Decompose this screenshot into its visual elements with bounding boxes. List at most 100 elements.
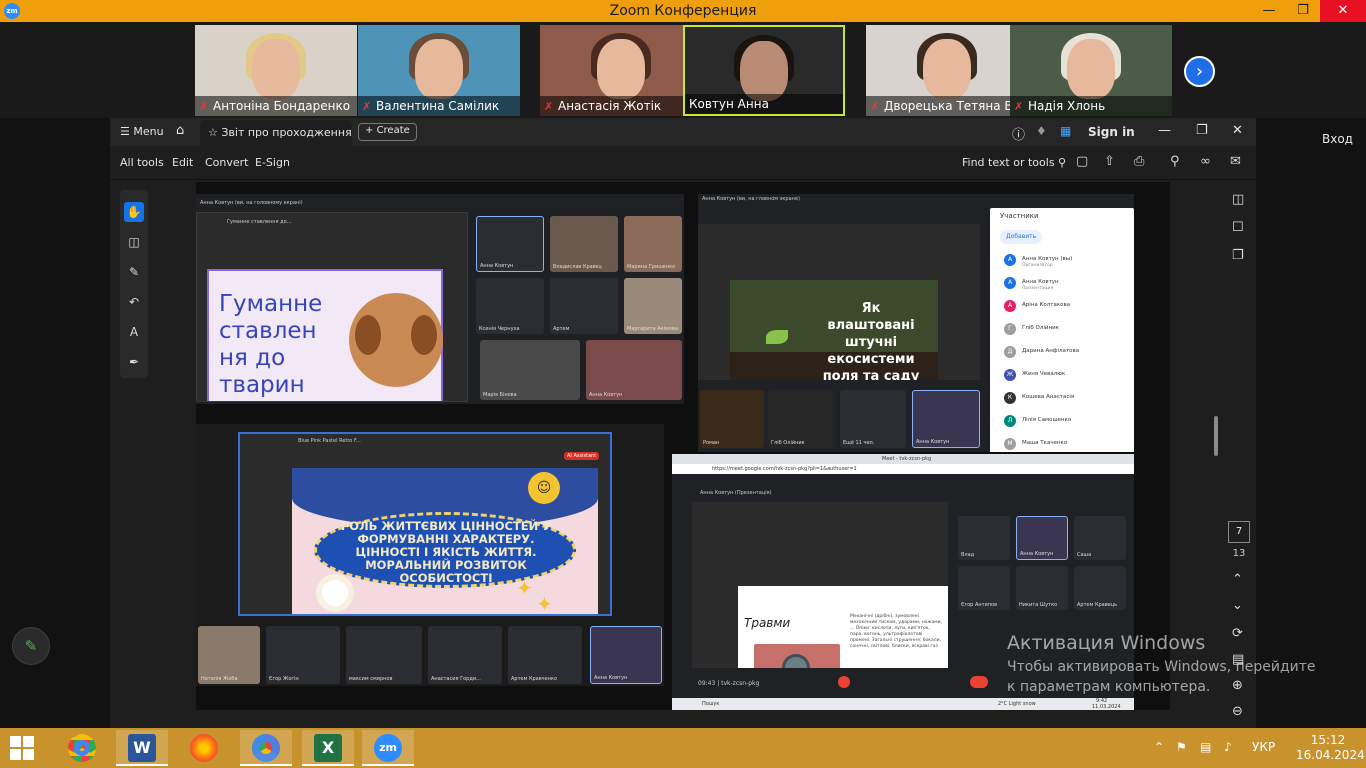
slide-body: Механічні (дрібні), зумовлені механічний… <box>850 614 942 649</box>
notification-bell-icon[interactable]: ♦ <box>1036 124 1047 138</box>
meet-cam: Артем Кравченко <box>508 626 582 684</box>
menu-button[interactable]: ☰ Menu <box>120 125 164 138</box>
flower-image <box>316 574 354 612</box>
all-tools-button[interactable]: All tools <box>120 156 164 169</box>
participant-name: Валентина Самілик <box>376 99 500 113</box>
meet-cam: Влад <box>958 516 1010 560</box>
zoom-out-icon[interactable]: ⊖ <box>1232 704 1243 719</box>
minimize-button[interactable]: — <box>1252 0 1286 22</box>
document-tab[interactable]: ☆ Звіт про проходження ... ✕ <box>200 120 352 146</box>
rotate-icon[interactable]: ⟳ <box>1232 626 1243 641</box>
annotate-pencil-icon[interactable]: ✎ <box>12 627 50 665</box>
add-people-button[interactable]: Добавить <box>1000 230 1043 244</box>
sign-pen-icon[interactable]: ✒ <box>124 352 144 372</box>
participant-tile-active[interactable]: Ковтун Анна <box>683 25 845 116</box>
help-icon[interactable]: ⓘ <box>1012 124 1025 143</box>
participant-tile[interactable]: ✗ Анастасія Жотік <box>540 25 702 116</box>
flag-icon[interactable]: ⚑ <box>1176 740 1187 754</box>
create-button[interactable]: + Create <box>358 123 417 141</box>
participant-tile[interactable]: ✗ Валентина Самілик <box>358 25 520 116</box>
acro-close-button[interactable]: ✕ <box>1232 123 1243 138</box>
participant-row: М Маша Ткаченко <box>1004 436 1128 452</box>
enter-label[interactable]: Вход <box>1322 132 1353 146</box>
excel-taskbar-icon[interactable]: X <box>302 730 354 766</box>
shot-header: Анна Ковтун (Презентація) <box>700 490 772 496</box>
participant-row: Л Лілія Самошенко <box>1004 413 1128 431</box>
end-call-icon[interactable] <box>970 676 988 688</box>
close-button[interactable]: ✕ <box>1320 0 1366 22</box>
apps-grid-icon[interactable]: ▦ <box>1060 124 1071 138</box>
document-page: Анна Ковтун (ви, на головному екрані) Гу… <box>196 182 1170 710</box>
browser-tab: Meet - tvk-zcsn-pkg <box>882 456 932 462</box>
mic-off-icon[interactable] <box>838 676 850 688</box>
convert-button[interactable]: Convert <box>205 156 249 169</box>
meet-cam: максим смирнов <box>346 626 422 684</box>
comment-icon[interactable]: ◫ <box>124 232 144 252</box>
windows-start-icon[interactable] <box>10 736 36 760</box>
inner-acrobat: Травми Механічні (дрібні), зумовлені мех… <box>692 502 948 668</box>
volume-icon[interactable]: ♪ <box>1224 740 1232 754</box>
acro-restore-button[interactable]: ❐ <box>1196 123 1208 138</box>
restore-button[interactable]: ❐ <box>1286 0 1320 22</box>
page-down-icon[interactable]: ⌄ <box>1232 598 1243 613</box>
firefox-taskbar-icon[interactable] <box>178 730 230 766</box>
participant-tile[interactable]: ✗ Дворецька Тетяна В... <box>866 25 1028 116</box>
save-icon[interactable]: ▢ <box>1076 154 1088 169</box>
search-doc-icon[interactable]: ⚲ <box>1170 154 1180 169</box>
slide-injuries: Травми Механічні (дрібні), зумовлені мех… <box>738 586 948 668</box>
pages-icon[interactable]: ❐ <box>1232 248 1244 263</box>
participant-face <box>415 39 463 99</box>
link-icon[interactable]: ∞ <box>1200 154 1211 169</box>
meet-cam: Марина Гришенко <box>624 216 682 272</box>
screenshot-humane-treatment: Анна Ковтун (ви, на головному екрані) Гу… <box>196 194 684 404</box>
zoom-taskbar-icon[interactable]: zm <box>362 730 414 766</box>
page-up-icon[interactable]: ⌃ <box>1232 572 1243 587</box>
slide-title: Гуманне ставлен ня до тварин <box>219 291 323 398</box>
word-taskbar-icon[interactable]: W <box>116 730 168 766</box>
upload-cloud-icon[interactable]: ⇧ <box>1104 154 1115 169</box>
win-search: Пошук <box>702 701 720 707</box>
esign-button[interactable]: E-Sign <box>255 156 290 169</box>
meet-cam: Анна Ковтун <box>1016 516 1068 560</box>
find-tools-input[interactable]: Find text or tools ⚲ <box>962 156 1066 169</box>
meet-cam: Анна Ковтун <box>476 216 544 272</box>
ai-assistant-button[interactable]: AI Assistant <box>564 452 600 460</box>
hand-tool-icon[interactable]: ✋ <box>124 202 144 222</box>
smiley-icon: ☺ <box>528 472 560 504</box>
slide-ecosystems: Як влаштовані штучні екосистеми поля та … <box>730 280 938 380</box>
chrome-taskbar-icon[interactable] <box>56 730 108 766</box>
scrollbar-thumb[interactable] <box>1214 416 1218 456</box>
inner-tab: Гуманне ставлення до... <box>227 219 292 225</box>
meet-cam: Владислав Кравєц <box>550 216 618 272</box>
shot-header: Анна Ковтун (ви, на главном экране) <box>702 196 800 202</box>
edit-button[interactable]: Edit <box>172 156 193 169</box>
panel-title: Участники <box>1000 212 1039 220</box>
chrome-profile-taskbar-icon[interactable] <box>240 730 292 766</box>
comments-panel-icon[interactable]: ◫ <box>1232 192 1244 207</box>
participant-face <box>740 41 788 101</box>
screenshot-ecosystems: Анна Ковтун (ви, на главном экране) Як в… <box>698 194 1134 452</box>
participant-tile[interactable]: ✗ Надія Хлонь <box>1010 25 1172 116</box>
participant-face <box>923 39 971 99</box>
meet-cam: Єгор Антипов <box>958 566 1010 610</box>
participant-tile[interactable]: ✗ Антоніна Бондаренко <box>195 25 357 116</box>
acro-minimize-button[interactable]: — <box>1158 123 1171 138</box>
highlight-pen-icon[interactable]: ✎ <box>124 262 144 282</box>
mail-icon[interactable]: ✉ <box>1230 154 1241 169</box>
participants-panel: Участники Добавить А Анна Ковтун (вы) Орга… <box>990 208 1134 452</box>
meet-cam: Саша <box>1074 516 1126 560</box>
next-page-arrow-icon[interactable]: › <box>1184 56 1215 87</box>
network-icon[interactable]: ▤ <box>1200 740 1211 754</box>
taskbar-clock[interactable]: 15:12 16.04.2024 <box>1296 733 1365 763</box>
slide-humane: Гуманне ставлен ня до тварин <box>207 269 443 401</box>
tray-chevron-icon[interactable]: ⌃ <box>1154 740 1164 754</box>
print-icon[interactable]: ⎙ <box>1134 154 1144 169</box>
draw-lasso-icon[interactable]: ↶ <box>124 292 144 312</box>
sign-in-button[interactable]: Sign in <box>1088 125 1135 139</box>
text-select-icon[interactable]: A <box>124 322 144 342</box>
home-icon[interactable]: ⌂ <box>176 123 184 138</box>
language-indicator[interactable]: УКР <box>1252 740 1275 754</box>
bookmarks-icon[interactable]: ☐ <box>1232 220 1244 235</box>
eye-image <box>754 644 840 668</box>
current-page-input[interactable]: 7 <box>1228 521 1250 543</box>
